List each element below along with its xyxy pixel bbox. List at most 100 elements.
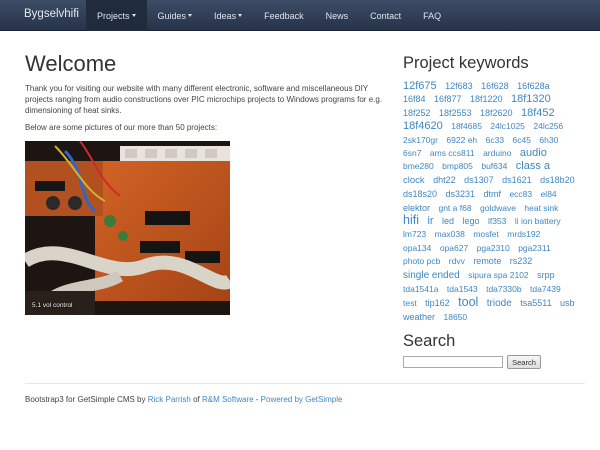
main-content: Welcome Thank you for visiting our websi… — [25, 49, 387, 133]
nav-item-projects[interactable]: Projects — [86, 0, 147, 31]
keyword-tag[interactable]: tda7330b — [486, 284, 521, 294]
keyword-tag[interactable]: ds18s20 — [403, 189, 437, 199]
keyword-tag[interactable]: rdvv — [449, 256, 465, 266]
keyword-tag[interactable]: 2sk170gr — [403, 135, 438, 145]
search-button[interactable]: Search — [507, 355, 541, 369]
nav-item-label: Projects — [97, 10, 130, 21]
keyword-tag[interactable]: 16f628a — [517, 81, 550, 91]
keyword-tag[interactable]: 18f1320 — [511, 93, 551, 105]
keyword-tag[interactable]: triode — [487, 298, 512, 309]
keyword-tag[interactable]: 16f877 — [434, 94, 462, 104]
keyword-tag[interactable]: 24lc1025 — [490, 121, 525, 131]
keyword-tag[interactable]: ecc83 — [509, 189, 532, 199]
keyword-tag[interactable]: tsa5511 — [520, 298, 551, 308]
keyword-tag[interactable]: 16f628 — [481, 81, 509, 91]
keyword-tag[interactable]: 18f4620 — [403, 120, 443, 132]
brand-link[interactable]: Bygselvhifi — [24, 8, 79, 20]
keyword-tag[interactable]: tda7439 — [530, 284, 561, 294]
keyword-tag[interactable]: 6sn7 — [403, 148, 421, 158]
keyword-tag[interactable]: li ion battery — [515, 216, 561, 226]
keyword-tag[interactable]: ds1307 — [464, 175, 494, 185]
nav-menu: Projects Guides Ideas Feedback News Contact FA… — [86, 0, 452, 31]
keyword-tag[interactable]: 24lc256 — [533, 121, 563, 131]
keyword-tag[interactable]: 18f452 — [521, 107, 555, 119]
keyword-tag[interactable]: class a — [516, 160, 550, 172]
keyword-tag[interactable]: bme280 — [403, 161, 434, 171]
keyword-tag[interactable]: 18f4685 — [451, 121, 482, 131]
project-photo[interactable]: 5.1 vol control — [25, 141, 230, 315]
keyword-tag[interactable]: 6c45 — [513, 135, 531, 145]
keyword-tag[interactable]: single ended — [403, 270, 460, 281]
caret-down-icon — [238, 14, 243, 17]
keyword-tag[interactable]: tip162 — [425, 298, 450, 308]
nav-item-feedback[interactable]: Feedback — [253, 0, 315, 31]
keyword-tag[interactable]: 18f252 — [403, 108, 431, 118]
keyword-tag[interactable]: elektor — [403, 203, 430, 213]
keyword-tag[interactable]: pga2311 — [518, 243, 550, 253]
page-title: Welcome — [25, 51, 117, 76]
keyword-tag[interactable]: hifi — [403, 213, 419, 227]
nav-item-faq[interactable]: FAQ — [412, 0, 452, 31]
keyword-tag[interactable]: 12f683 — [445, 81, 473, 91]
nav-item-ideas[interactable]: Ideas — [203, 0, 253, 31]
keyword-tag[interactable]: ds18b20 — [540, 175, 575, 185]
keyword-tag[interactable]: bmp805 — [442, 161, 473, 171]
keyword-tag[interactable]: mosfet — [473, 229, 499, 239]
keyword-tag[interactable]: ams ccs811 — [430, 148, 475, 158]
keyword-tag[interactable]: pga2310 — [477, 243, 510, 253]
powered-by-link[interactable]: Powered by GetSimple — [261, 395, 343, 404]
keyword-tag[interactable]: buf634 — [481, 161, 507, 171]
keyword-tag[interactable]: opa627 — [440, 243, 468, 253]
keyword-tag[interactable]: lego — [462, 216, 479, 226]
keyword-tag[interactable]: audio — [520, 147, 547, 159]
keyword-tag[interactable]: gnt a f68 — [438, 203, 471, 213]
keyword-tag[interactable]: 16f84 — [403, 94, 426, 104]
company-link[interactable]: R&M Software — [202, 395, 254, 404]
keyword-tag[interactable]: 18f2553 — [439, 108, 472, 118]
keyword-tag[interactable]: 6c33 — [486, 135, 504, 145]
keyword-tag[interactable]: 18f2620 — [480, 108, 513, 118]
keyword-tag[interactable]: 6h30 — [539, 135, 558, 145]
keyword-tag[interactable]: ds3231 — [445, 189, 475, 199]
keyword-tag[interactable]: lf353 — [488, 216, 506, 226]
keyword-tag[interactable]: photo pcb — [403, 256, 440, 266]
keyword-tag[interactable]: 18650 — [443, 312, 467, 322]
keyword-tag[interactable]: mrds192 — [507, 229, 540, 239]
navbar: Bygselvhifi Projects Guides Ideas Feedback N… — [0, 0, 600, 31]
keyword-tag[interactable]: tda1543 — [447, 284, 478, 294]
keyword-tag[interactable]: rs232 — [510, 256, 533, 266]
keyword-tag[interactable]: sipura spa 2102 — [468, 270, 529, 280]
keyword-tag[interactable]: heat sink — [524, 203, 558, 213]
keyword-tag[interactable]: usb — [560, 298, 575, 308]
caret-down-icon — [131, 14, 136, 17]
keyword-tag[interactable]: dtmf — [483, 189, 501, 199]
search-input[interactable] — [403, 356, 503, 368]
keyword-tag[interactable]: clock — [403, 175, 425, 186]
keyword-tag[interactable]: 12f675 — [403, 80, 437, 92]
keyword-tag[interactable]: weather — [403, 312, 435, 322]
keyword-tag[interactable]: goldwave — [480, 203, 516, 213]
keyword-tag[interactable]: remote — [473, 256, 501, 266]
footer-sep: - — [253, 395, 261, 404]
keyword-tag[interactable]: 18f1220 — [470, 94, 503, 104]
keyword-tag[interactable]: arduino — [483, 148, 511, 158]
keyword-tag[interactable]: tda1541a — [403, 284, 438, 294]
keyword-tag[interactable]: srpp — [537, 270, 555, 280]
nav-item-contact[interactable]: Contact — [359, 0, 412, 31]
keyword-tag[interactable]: 6922 eh — [446, 135, 477, 145]
nav-item-news[interactable]: News — [315, 0, 360, 31]
intro-text: Thank you for visiting our website with … — [25, 84, 383, 115]
keyword-tag[interactable]: opa134 — [403, 243, 431, 253]
keyword-tag[interactable]: dht22 — [433, 175, 456, 185]
keyword-tag[interactable]: lm723 — [403, 229, 426, 239]
keyword-tag[interactable]: max038 — [435, 229, 465, 239]
keyword-tag[interactable]: ir — [427, 215, 433, 227]
nav-item-guides[interactable]: Guides — [147, 0, 204, 31]
author-link[interactable]: Rick Parrish — [148, 395, 191, 404]
keyword-tag[interactable]: ds1621 — [502, 175, 532, 185]
keyword-tag[interactable]: led — [442, 216, 454, 226]
keyword-tag[interactable]: tool — [458, 295, 478, 309]
nav-item-label: Guides — [157, 10, 187, 21]
keyword-tag[interactable]: test — [403, 298, 417, 308]
keyword-tag[interactable]: el84 — [541, 189, 557, 199]
